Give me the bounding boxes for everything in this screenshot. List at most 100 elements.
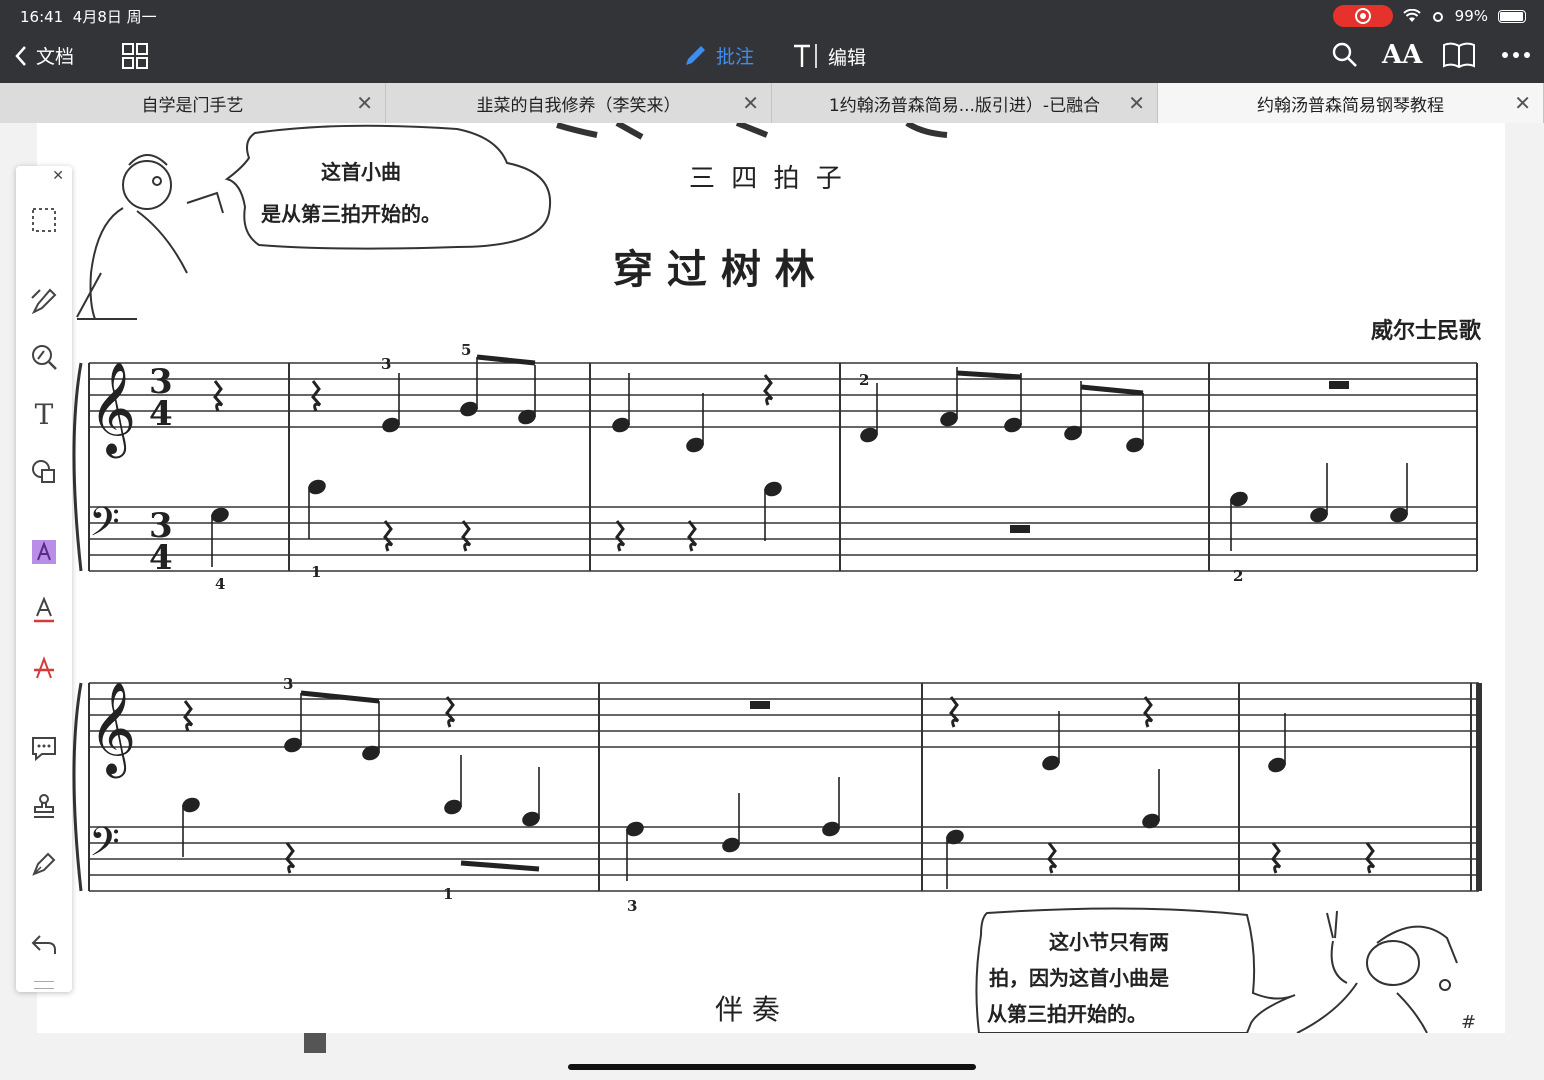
highlighter-tool[interactable] [28,284,60,316]
quarter-rest [1047,842,1058,874]
cartoon-character-bottom [1296,910,1458,1033]
whole-rest [750,701,770,709]
fingering-number: 4 [215,575,225,593]
close-icon[interactable]: ✕ [52,168,64,184]
tab-2[interactable]: 韭菜的自我修养（李笑来） ✕ [386,83,772,123]
text-highlight-icon [32,540,56,564]
document-page[interactable]: 三 四 拍 子 穿 过 树 林 威尔士民歌 伴 奏 这首小曲 是从第三拍开始的。… [37,123,1505,1033]
quarter-rest [183,700,194,732]
text-strikethrough-tool[interactable] [28,652,60,684]
text-underline-tool[interactable] [28,594,60,626]
tab-4[interactable]: 约翰汤普森简易钢琴教程 ✕ [1158,83,1544,123]
back-button[interactable]: 文档 [14,42,74,69]
signature-tool[interactable] [28,848,60,880]
close-icon[interactable]: ✕ [1128,91,1145,115]
whole-rest [1010,525,1030,533]
cartoon-character-top [76,154,224,320]
drag-handle[interactable] [34,981,54,989]
tab-1[interactable]: 自学是门手艺 ✕ [0,83,386,123]
quarter-rest [461,520,472,552]
status-time: 16:41 4月8日 周一 [20,6,157,27]
whole-rest [1329,381,1349,389]
undo-button[interactable] [28,928,60,960]
bubble-bottom-line3: 从第三拍开始的。 [987,1002,1147,1026]
tab-label: 约翰汤普森简易钢琴教程 [1257,95,1444,116]
record-icon [1354,8,1371,24]
quarter-rest [1143,696,1154,728]
book-icon [1443,42,1475,68]
quarter-rest [1271,842,1282,874]
tab-3[interactable]: 1约翰汤普森简易...版引进）-已融合 ✕ [772,83,1158,123]
text-icon: T [34,397,54,431]
fingering-number: 2 [859,371,869,389]
rect-select-tool[interactable] [28,204,60,236]
annotate-button[interactable]: 批注 [682,42,754,69]
comment-tool[interactable] [28,732,60,764]
accompaniment-label: 伴 奏 [715,993,780,1026]
close-icon[interactable]: ✕ [742,91,759,115]
comment-icon [32,737,56,762]
date-text: 4月8日 周一 [72,8,157,26]
undo-icon [31,935,56,954]
zoom-tool[interactable] [28,341,60,373]
tab-label: 韭菜的自我修养（李笑来） [476,95,681,116]
annotation-toolbar: ✕ T [16,166,72,992]
time-signature-bottom: 4 [149,394,173,434]
fingering-number: 3 [627,897,637,915]
screen-recording-indicator[interactable] [1332,5,1393,27]
time-text: 16:41 [20,8,64,26]
reading-mode-button[interactable] [1442,42,1476,68]
battery-icon [1498,9,1526,23]
shape-tool[interactable] [28,456,60,488]
note-beam [476,354,536,366]
quarter-rest [445,696,456,728]
sheet-music: 三 四 拍 子 穿 过 树 林 威尔士民歌 伴 奏 这首小曲 是从第三拍开始的。… [72,123,1482,1033]
top-toolbar: 文档 批注 编辑 AA [0,30,1544,83]
brace [72,682,83,892]
fingering-number: 5 [461,341,471,359]
bass-clef-icon: 𝄢 [89,819,120,875]
bubble-bottom-line1: 这小节只有两 [1049,930,1169,954]
page-scroll-indicator[interactable] [304,1033,326,1053]
alarm-icon [1432,12,1443,22]
note-beam [956,370,1022,380]
bubble-bottom-line2: 拍，因为这首小曲是 [989,966,1169,990]
quarter-rest [383,520,394,552]
search-button[interactable] [1332,42,1358,68]
text-strikethrough-icon [34,656,54,679]
bubble-top-line2: 是从第三拍开始的。 [260,202,441,226]
bubble-top-line1: 这首小曲 [321,160,401,184]
pen-icon [686,45,705,65]
note-beam [460,860,540,872]
search-icon [1332,42,1357,67]
treble-clef-icon: 𝄞 [89,361,136,458]
fingering-number: 2 [1233,567,1243,585]
fingering-number: 3 [283,675,293,693]
shapes-icon [32,460,55,483]
text-tool[interactable]: T [28,397,60,431]
more-button[interactable] [1502,52,1530,58]
font-size-button[interactable]: AA [1382,40,1422,70]
annotate-label: 批注 [716,46,755,68]
home-indicator[interactable] [568,1064,976,1070]
text-highlight-tool[interactable] [28,536,60,568]
quarter-rest [615,520,626,552]
fingering-number: 1 [443,885,453,903]
composer-label: 威尔士民歌 [1371,318,1482,344]
grid-icon [122,43,148,69]
wifi-icon [1402,9,1421,22]
fingering-number: 3 [381,355,391,373]
bass-clef-icon: 𝄢 [89,499,120,555]
song-title: 穿 过 树 林 [613,246,815,293]
highlighter-icon [31,288,57,314]
grid-view-button[interactable] [122,43,148,69]
close-icon[interactable]: ✕ [356,91,373,115]
close-icon[interactable]: ✕ [1514,91,1531,115]
edit-label: 编辑 [828,46,867,69]
edit-button[interactable]: 编辑 [792,42,866,70]
stamp-icon [34,794,54,818]
stamp-tool[interactable] [28,790,60,822]
text-cursor-icon [794,44,817,68]
chevron-left-icon [15,45,26,66]
quarter-rest [949,696,960,728]
